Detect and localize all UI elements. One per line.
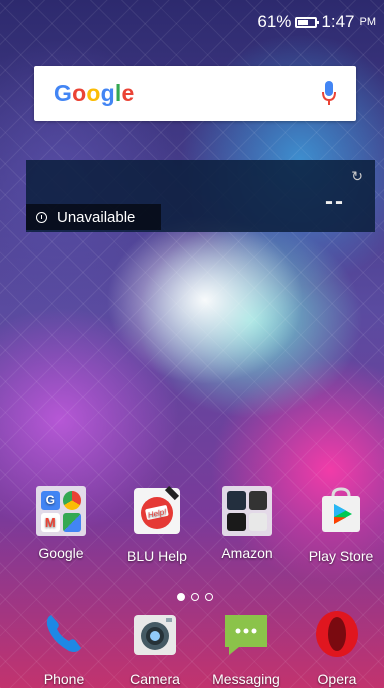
page-indicator (177, 593, 213, 601)
app-label: Camera (130, 671, 180, 687)
google-logo: Google (54, 80, 134, 107)
clock-time: 1:47 (321, 12, 355, 31)
info-icon (36, 211, 47, 223)
app-google-folder[interactable]: G M Google (21, 486, 101, 561)
opera-icon (316, 611, 358, 657)
battery-icon (295, 16, 320, 28)
google-logo-letter: g (100, 80, 115, 106)
messaging-icon (225, 615, 267, 655)
app-label: Play Store (308, 548, 374, 564)
google-logo-letter: e (121, 80, 135, 106)
weather-status: Unavailable (26, 204, 161, 230)
dock: Phone Camera Messaging Opera (0, 607, 384, 688)
google-logo-letter: o (72, 80, 87, 106)
dock-messaging[interactable]: Messaging (206, 609, 286, 687)
weather-widget[interactable]: ↻ Unavailable -- (26, 160, 375, 232)
app-play-store[interactable]: Play Store (301, 486, 381, 564)
weather-status-text: Unavailable (57, 208, 136, 226)
app-label: BLU Help (127, 548, 187, 564)
status-bar: 61% 1:47 PM (0, 0, 384, 44)
dock-camera[interactable]: Camera (115, 609, 195, 687)
app-label: Google (38, 545, 84, 561)
app-blu-help[interactable]: Help! BLU Help (117, 485, 197, 564)
google-logo-letter: o (86, 80, 101, 106)
app-label: Phone (43, 671, 85, 687)
page-dot[interactable] (205, 593, 213, 601)
phone-icon (46, 615, 81, 652)
app-amazon-folder[interactable]: Amazon (207, 486, 287, 561)
page-dot[interactable] (191, 593, 199, 601)
dock-opera[interactable]: Opera (297, 609, 377, 687)
weather-temperature: -- (325, 188, 345, 215)
google-search-bar[interactable]: Google (34, 66, 356, 121)
microphone-icon[interactable] (322, 81, 336, 107)
blu-help-icon: Help! (134, 485, 180, 534)
dock-phone[interactable]: Phone (24, 609, 104, 687)
google-logo-letter: G (54, 80, 73, 106)
battery-percent: 61% (257, 12, 292, 31)
camera-icon (134, 615, 176, 655)
app-label: Amazon (221, 545, 273, 561)
app-label: Opera (317, 671, 357, 687)
play-store-icon (322, 487, 360, 532)
clock-ampm: PM (359, 16, 377, 28)
refresh-icon[interactable]: ↻ (351, 168, 363, 185)
amazon-folder-icon (222, 486, 272, 536)
app-label: Messaging (212, 671, 280, 687)
page-dot[interactable] (177, 593, 185, 601)
google-folder-icon: G M (36, 486, 86, 536)
